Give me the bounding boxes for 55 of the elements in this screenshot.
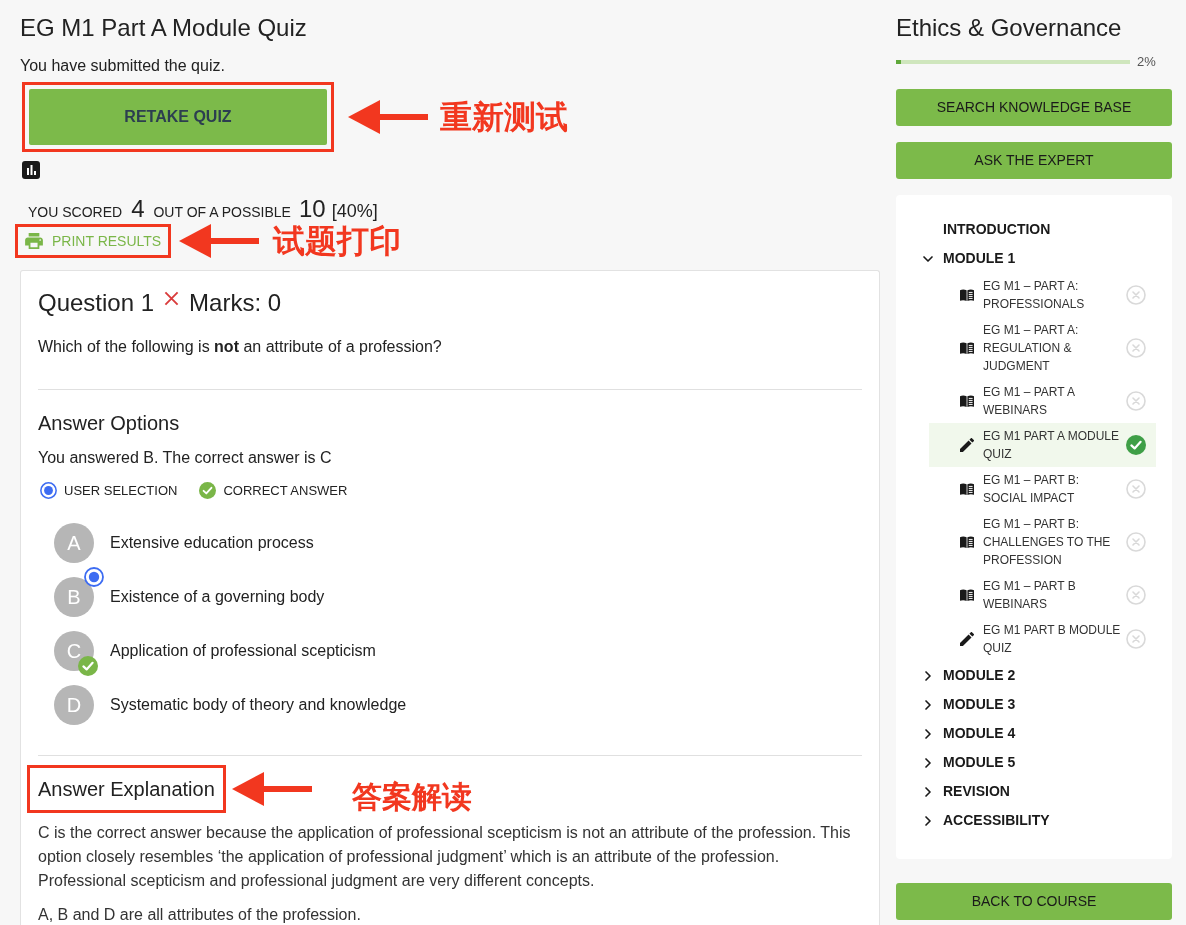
book-icon: [960, 395, 974, 407]
sidebar-button[interactable]: SEARCH KNOWLEDGE BASE: [896, 89, 1172, 126]
pencil-icon: [960, 632, 974, 646]
annotation-label: 试题打印: [273, 223, 402, 259]
outline-section[interactable]: MODULE 5: [920, 748, 1016, 777]
radio-selected-icon: [40, 482, 57, 500]
outline-item[interactable]: EG M1 PART A MODULE QUIZ: [929, 423, 1156, 467]
outline-section[interactable]: MODULE 1: [920, 244, 1016, 273]
score-value: 4: [131, 194, 145, 224]
retake-quiz-button[interactable]: RETAKE QUIZ: [29, 89, 327, 145]
question-text: Which of the following is not an attribute of a profession?: [38, 337, 443, 357]
outline-section[interactable]: MODULE 2: [920, 661, 1016, 690]
answer-summary: You answered B. The correct answer is C: [38, 448, 333, 468]
pencil-icon: [960, 438, 974, 452]
option-letter: D: [54, 684, 94, 725]
annotation-label: 重新测试: [440, 99, 568, 135]
section-heading: Answer Explanation: [38, 776, 215, 802]
book-icon: [960, 289, 974, 301]
radio-selected-icon: [84, 566, 104, 587]
outline-section[interactable]: MODULE 3: [920, 690, 1016, 719]
score-percent: [40%]: [331, 200, 378, 223]
bar-chart-icon: [22, 161, 40, 179]
outline-link[interactable]: INTRODUCTION: [920, 215, 1156, 244]
legend-label: CORRECT ANSWER: [223, 482, 348, 500]
option-text: Systematic body of theory and knowledge: [110, 694, 407, 715]
marks-text: Marks: 0: [189, 288, 282, 318]
sidebar-button[interactable]: ASK THE EXPERT: [896, 142, 1172, 179]
score-label: YOU SCORED: [28, 203, 123, 222]
book-icon: [960, 536, 974, 548]
explanation-text: C is the correct answer because the application of professional scepticism is not an attribute of the profession. This option closely resembles ‘the application of professional judgment’ which is an attribute of the profession. Professional scepticism and professional judgment are very different concepts.: [38, 822, 852, 891]
book-icon: [960, 589, 974, 601]
outline-section[interactable]: ACCESSIBILITY: [920, 806, 1050, 835]
explanation-text: A, B and D are all attributes of the profession.: [38, 904, 362, 925]
score-total: 10: [298, 194, 326, 224]
option-text: Existence of a governing body: [110, 586, 325, 607]
check-circle-icon: [199, 482, 217, 500]
option-letter: A: [54, 522, 94, 563]
course-title: Ethics & Governance: [896, 13, 1123, 43]
book-icon: [960, 342, 974, 354]
back-to-course-button[interactable]: BACK TO COURSE: [896, 883, 1172, 920]
annotation-label: 答案解读: [351, 780, 472, 813]
option-text: Extensive education process: [110, 532, 314, 553]
question-title: Question 1: [38, 288, 155, 318]
outline-section[interactable]: MODULE 4: [920, 719, 1016, 748]
page-title: EG M1 Part A Module Quiz: [20, 13, 308, 43]
legend-label: USER SELECTION: [64, 482, 178, 500]
book-icon: [960, 483, 974, 495]
printer-icon: [25, 233, 43, 249]
section-heading: Answer Options: [38, 411, 181, 436]
option-text: Application of professional scepticism: [110, 640, 376, 661]
outline-section[interactable]: REVISION: [920, 777, 1010, 806]
score-label: OUT OF A POSSIBLE: [153, 203, 291, 222]
progress-reading: 2%: [1137, 53, 1156, 72]
option-letter: B: [54, 576, 94, 617]
status-text: You have submitted the quiz.: [20, 56, 226, 76]
